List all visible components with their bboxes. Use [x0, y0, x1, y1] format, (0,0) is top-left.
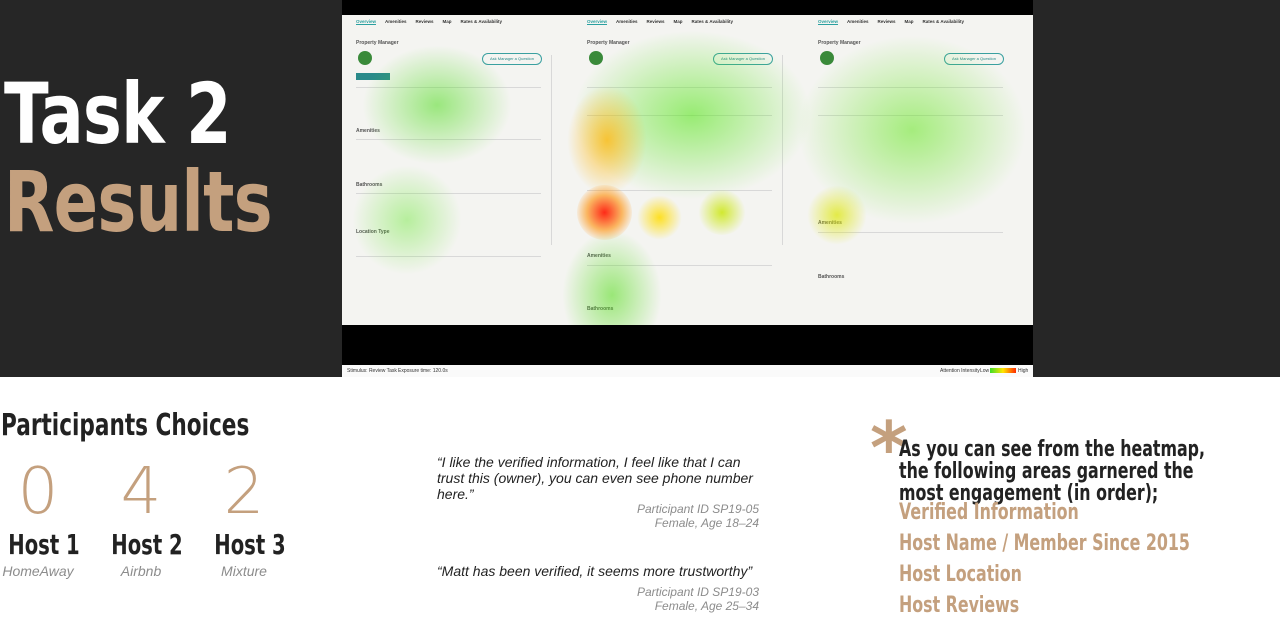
choice-count: 0 — [17, 455, 59, 529]
choice-host-2: 4 Host 2 Airbnb — [96, 455, 186, 579]
choice-platform: HomeAway — [2, 563, 74, 579]
heatmap-page: Overview Amenities Reviews Map Rates & A… — [342, 15, 1033, 360]
choice-host: Host 1 — [8, 528, 80, 561]
quote-text: “I like the verified information, I feel… — [437, 454, 753, 502]
quote-participant-id: Participant ID SP19-05 — [636, 502, 759, 516]
page-title: Task 2 Results — [4, 65, 273, 251]
participants-title: Participants Choices — [1, 408, 250, 443]
choice-count: 4 — [120, 455, 162, 529]
engagement-area: Host Name / Member Since 2015 — [899, 531, 1190, 556]
choice-platform: Mixture — [221, 563, 267, 579]
avatar — [358, 51, 372, 65]
choice-host-1: 0 Host 1 HomeAway — [0, 455, 83, 579]
insight-text: As you can see from the heatmap, the fol… — [899, 437, 1206, 506]
engagement-area: Host Location — [899, 562, 1022, 587]
choice-count: 2 — [223, 455, 265, 529]
listing-nav: Overview Amenities Reviews Map Rates & A… — [356, 19, 502, 25]
heatmap-screenshot: Overview Amenities Reviews Map Rates & A… — [342, 0, 1033, 377]
listing-column-2: Overview Amenities Reviews Map Rates & A… — [587, 15, 787, 325]
listing-column-3: Overview Amenities Reviews Map Rates & A… — [818, 15, 1018, 325]
listing-column-1: Overview Amenities Reviews Map Rates & A… — [356, 15, 556, 325]
engagement-area: Host Reviews — [899, 593, 1020, 618]
title-line-1: Task 2 — [4, 65, 232, 163]
quote-2: “Matt has been verified, it seems more t… — [437, 563, 759, 613]
choice-host: Host 2 — [111, 528, 183, 561]
title-line-2: Results — [4, 153, 273, 251]
choice-host-3: 2 Host 3 Mixture — [199, 455, 289, 579]
choice-platform: Airbnb — [120, 563, 162, 579]
attention-legend-bar — [990, 368, 1016, 373]
heatmap-footer: Stimulus: Review Task Exposure time: 120… — [342, 365, 1033, 377]
choice-host: Host 3 — [214, 528, 286, 561]
engagement-areas-list: Verified Information Host Name / Member … — [899, 497, 1280, 621]
engagement-area: Verified Information — [899, 500, 1079, 525]
quote-text: “Matt has been verified, it seems more t… — [437, 563, 753, 579]
quote-demographics: Female, Age 25–34 — [654, 599, 759, 613]
quote-demographics: Female, Age 18–24 — [654, 516, 759, 530]
quote-1: “I like the verified information, I feel… — [437, 454, 759, 530]
quote-participant-id: Participant ID SP19-03 — [636, 585, 759, 599]
